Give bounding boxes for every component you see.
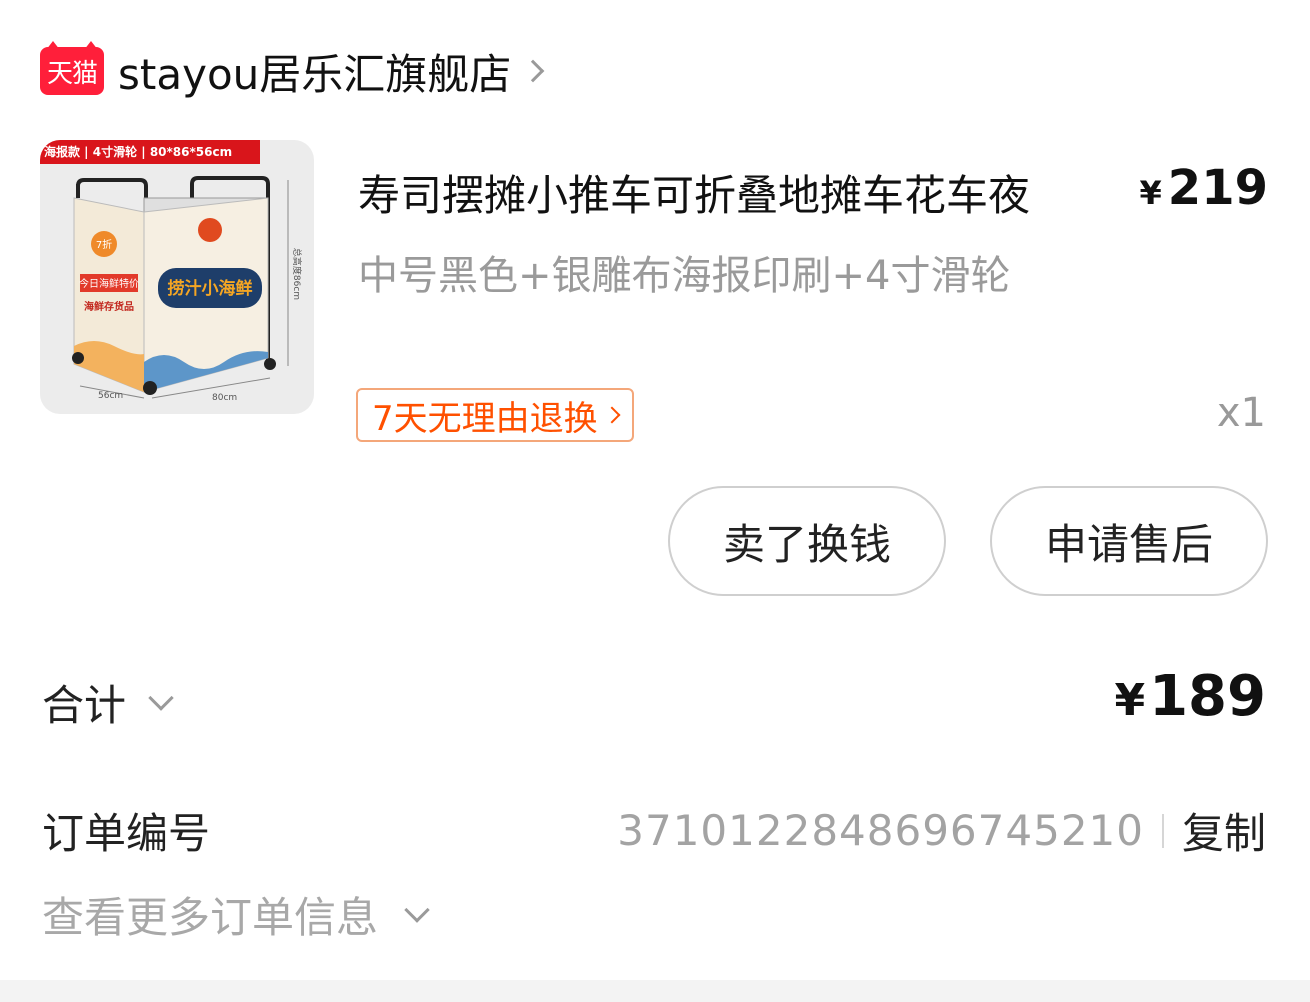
- product-quantity: x1: [1216, 390, 1266, 436]
- cart-discount-text: 7折: [96, 238, 112, 251]
- total-value: 189: [1149, 664, 1266, 729]
- product-price: ¥219: [1140, 160, 1268, 216]
- order-number: 3710122848696745210: [617, 806, 1144, 855]
- price-value: 219: [1167, 160, 1268, 216]
- more-order-info-toggle[interactable]: 查看更多订单信息: [42, 884, 430, 945]
- total-amount: ¥189: [1114, 664, 1266, 729]
- product-spec: 中号黑色+银雕布海报印刷+4寸滑轮: [358, 253, 1011, 299]
- return-policy-text: 7天无理由退换: [372, 398, 598, 439]
- chevron-down-icon: [148, 684, 174, 711]
- after-sales-button[interactable]: 申请售后: [990, 486, 1268, 596]
- store-name[interactable]: stayou居乐汇旗舰店: [118, 41, 511, 102]
- return-policy-tag[interactable]: 7天无理由退换: [356, 388, 634, 442]
- order-number-row: 3710122848696745210 复制: [617, 800, 1266, 861]
- product-image[interactable]: 海报款 | 4寸滑轮 | 80*86*56cm 捞汁小海鲜 7折 今日海鲜特价 …: [40, 140, 314, 414]
- tmall-logo-icon: 天猫: [40, 41, 104, 95]
- more-order-info-label: 查看更多订单信息: [42, 893, 379, 942]
- cart-left-text-2: 海鲜存货品: [84, 300, 134, 313]
- chevron-right-icon: [603, 406, 621, 424]
- order-number-label: 订单编号: [42, 809, 211, 858]
- sell-button[interactable]: 卖了换钱: [668, 486, 946, 596]
- cart-left-text-1: 今日海鲜特价: [79, 277, 139, 290]
- bottom-separator: [0, 980, 1310, 1002]
- cart-sign-text: 捞汁小海鲜: [168, 278, 253, 299]
- height-dimension-text: 总高度86cm: [291, 248, 303, 300]
- price-currency: ¥: [1139, 174, 1162, 212]
- total-currency: ¥: [1114, 675, 1146, 726]
- width-dimension-text: 80cm: [212, 393, 237, 403]
- copy-button[interactable]: 复制: [1182, 800, 1266, 861]
- divider: [1161, 813, 1164, 848]
- total-label: 合计: [42, 681, 127, 730]
- chevron-down-icon: [404, 896, 430, 923]
- tmall-badge-text: 天猫: [46, 58, 98, 89]
- food-cart-illustration: 捞汁小海鲜 7折 今日海鲜特价 海鲜存货品 总高度86cm 56cm 80cm: [72, 176, 303, 403]
- product-title[interactable]: 寿司摆摊小推车可折叠地摊车花车夜: [358, 162, 1148, 223]
- store-header[interactable]: 天猫 stayou居乐汇旗舰店: [40, 41, 545, 99]
- chevron-right-icon: [521, 59, 545, 83]
- depth-dimension-text: 56cm: [98, 391, 123, 401]
- total-row-toggle[interactable]: 合计: [42, 672, 174, 733]
